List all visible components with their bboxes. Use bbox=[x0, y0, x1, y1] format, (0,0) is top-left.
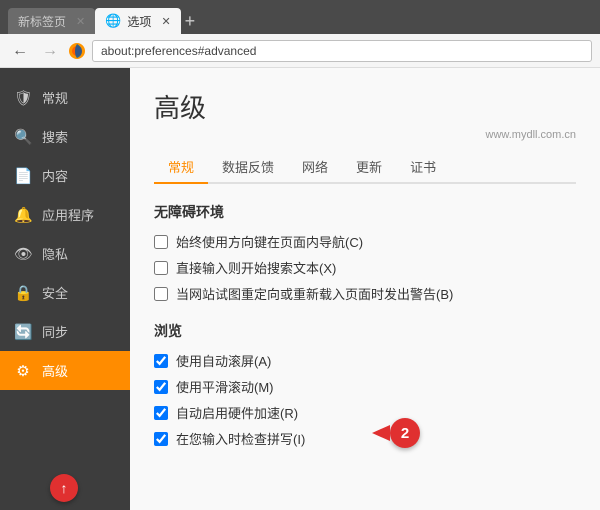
new-tab-button[interactable]: + bbox=[185, 8, 196, 34]
use-cursor-checkbox[interactable] bbox=[154, 235, 168, 249]
forward-button[interactable]: → bbox=[38, 40, 62, 62]
sidebar-item-general[interactable]: 🛡 常规 bbox=[0, 78, 130, 117]
sidebar-item-content[interactable]: 📄 内容 bbox=[0, 156, 130, 195]
advanced-icon: ⚙ bbox=[14, 362, 32, 380]
tab-newtab[interactable]: 新标签页 ✕ bbox=[8, 8, 95, 34]
accessibility-section: 无障碍环境 始终使用方向键在页面内导航(C) 直接输入则开始搜索文本(X) 当网… bbox=[154, 202, 576, 303]
back-button[interactable]: ← bbox=[8, 40, 32, 62]
subtab-network[interactable]: 网络 bbox=[288, 151, 342, 184]
warn-redirect-checkbox[interactable] bbox=[154, 287, 168, 301]
search-start-checkbox[interactable] bbox=[154, 261, 168, 275]
newtab-label: 新标签页 bbox=[18, 13, 66, 30]
privacy-icon: 👁 bbox=[14, 245, 32, 263]
subtab-update[interactable]: 更新 bbox=[342, 151, 396, 184]
general-icon: 🛡 bbox=[14, 89, 32, 107]
apps-icon: 🔔 bbox=[14, 206, 32, 224]
browsing-item-2: 自动启用硬件加速(R) bbox=[154, 403, 576, 422]
sidebar: 🛡 常规 🔍 搜索 📄 内容 🔔 应用程序 👁 隐私 🔒 安全 bbox=[0, 68, 130, 510]
newtab-close[interactable]: ✕ bbox=[76, 15, 85, 28]
sidebar-item-apps[interactable]: 🔔 应用程序 bbox=[0, 195, 130, 234]
browsing-title: 浏览 bbox=[154, 321, 576, 341]
watermark: www.mydll.com.cn bbox=[154, 129, 576, 141]
search-start-label: 直接输入则开始搜索文本(X) bbox=[176, 258, 336, 277]
tab-prefs[interactable]: 🌐 选项 ✕ bbox=[95, 8, 180, 34]
browsing-item-0: 使用自动滚屏(A) bbox=[154, 351, 576, 370]
smooth-scroll-checkbox[interactable] bbox=[154, 380, 168, 394]
accessibility-item-1: 直接输入则开始搜索文本(X) bbox=[154, 258, 576, 277]
search-icon: 🔍 bbox=[14, 128, 32, 146]
content-icon: 📄 bbox=[14, 167, 32, 185]
spell-check-checkbox[interactable] bbox=[154, 432, 168, 446]
browsing-item-1: 使用平滑滚动(M) bbox=[154, 377, 576, 396]
sidebar-label-sync: 同步 bbox=[42, 322, 68, 341]
sidebar-label-search: 搜索 bbox=[42, 127, 68, 146]
browsing-section: 浏览 使用自动滚屏(A) 使用平滑滚动(M) 自动启用硬件加速(R) 在您输入时… bbox=[154, 321, 576, 448]
address-bar: ← → bbox=[0, 34, 600, 68]
accessibility-title: 无障碍环境 bbox=[154, 202, 576, 222]
hardware-accel-checkbox[interactable] bbox=[154, 406, 168, 420]
hardware-accel-label: 自动启用硬件加速(R) bbox=[176, 403, 298, 422]
sidebar-label-privacy: 隐私 bbox=[42, 244, 68, 263]
sidebar-item-advanced[interactable]: ⚙ 高级 bbox=[0, 351, 130, 390]
sidebar-label-content: 内容 bbox=[42, 166, 68, 185]
url-input[interactable] bbox=[92, 40, 592, 62]
subtab-general[interactable]: 常规 bbox=[154, 151, 208, 184]
sidebar-item-search[interactable]: 🔍 搜索 bbox=[0, 117, 130, 156]
prefs-icon: 🌐 bbox=[105, 13, 121, 29]
prefs-close[interactable]: ✕ bbox=[161, 15, 170, 28]
page-title: 高级 bbox=[154, 88, 576, 125]
sidebar-item-privacy[interactable]: 👁 隐私 bbox=[0, 234, 130, 273]
spell-check-label: 在您输入时检查拼写(I) bbox=[176, 429, 305, 448]
sidebar-label-general: 常规 bbox=[42, 88, 68, 107]
content-area: 高级 www.mydll.com.cn 常规 数据反馈 网络 更新 证书 无障碍… bbox=[130, 68, 600, 510]
sidebar-label-apps: 应用程序 bbox=[42, 205, 94, 224]
accessibility-item-2: 当网站试图重定向或重新载入页面时发出警告(B) bbox=[154, 284, 576, 303]
subtab-bar: 常规 数据反馈 网络 更新 证书 bbox=[154, 151, 576, 184]
subtab-feedback[interactable]: 数据反馈 bbox=[208, 151, 288, 184]
sidebar-item-sync[interactable]: 🔄 同步 bbox=[0, 312, 130, 351]
autoscroll-label: 使用自动滚屏(A) bbox=[176, 351, 271, 370]
smooth-scroll-label: 使用平滑滚动(M) bbox=[176, 377, 274, 396]
subtab-certs[interactable]: 证书 bbox=[396, 151, 450, 184]
accessibility-item-0: 始终使用方向键在页面内导航(C) bbox=[154, 232, 576, 251]
annotation-badge-2: 2 bbox=[390, 418, 420, 448]
browsing-item-3: 在您输入时检查拼写(I) bbox=[154, 429, 576, 448]
main-layout: 🛡 常规 🔍 搜索 📄 内容 🔔 应用程序 👁 隐私 🔒 安全 bbox=[0, 68, 600, 510]
sync-icon: 🔄 bbox=[14, 323, 32, 341]
security-icon: 🔒 bbox=[14, 284, 32, 302]
sidebar-item-security[interactable]: 🔒 安全 bbox=[0, 273, 130, 312]
firefox-logo bbox=[68, 42, 86, 60]
sidebar-label-security: 安全 bbox=[42, 283, 68, 302]
use-cursor-label: 始终使用方向键在页面内导航(C) bbox=[176, 232, 363, 251]
prefs-label: 选项 bbox=[127, 13, 151, 30]
warn-redirect-label: 当网站试图重定向或重新载入页面时发出警告(B) bbox=[176, 284, 453, 303]
annotation-arrow-button[interactable]: ↑ bbox=[50, 474, 78, 502]
sidebar-label-advanced: 高级 bbox=[42, 361, 68, 380]
autoscroll-checkbox[interactable] bbox=[154, 354, 168, 368]
